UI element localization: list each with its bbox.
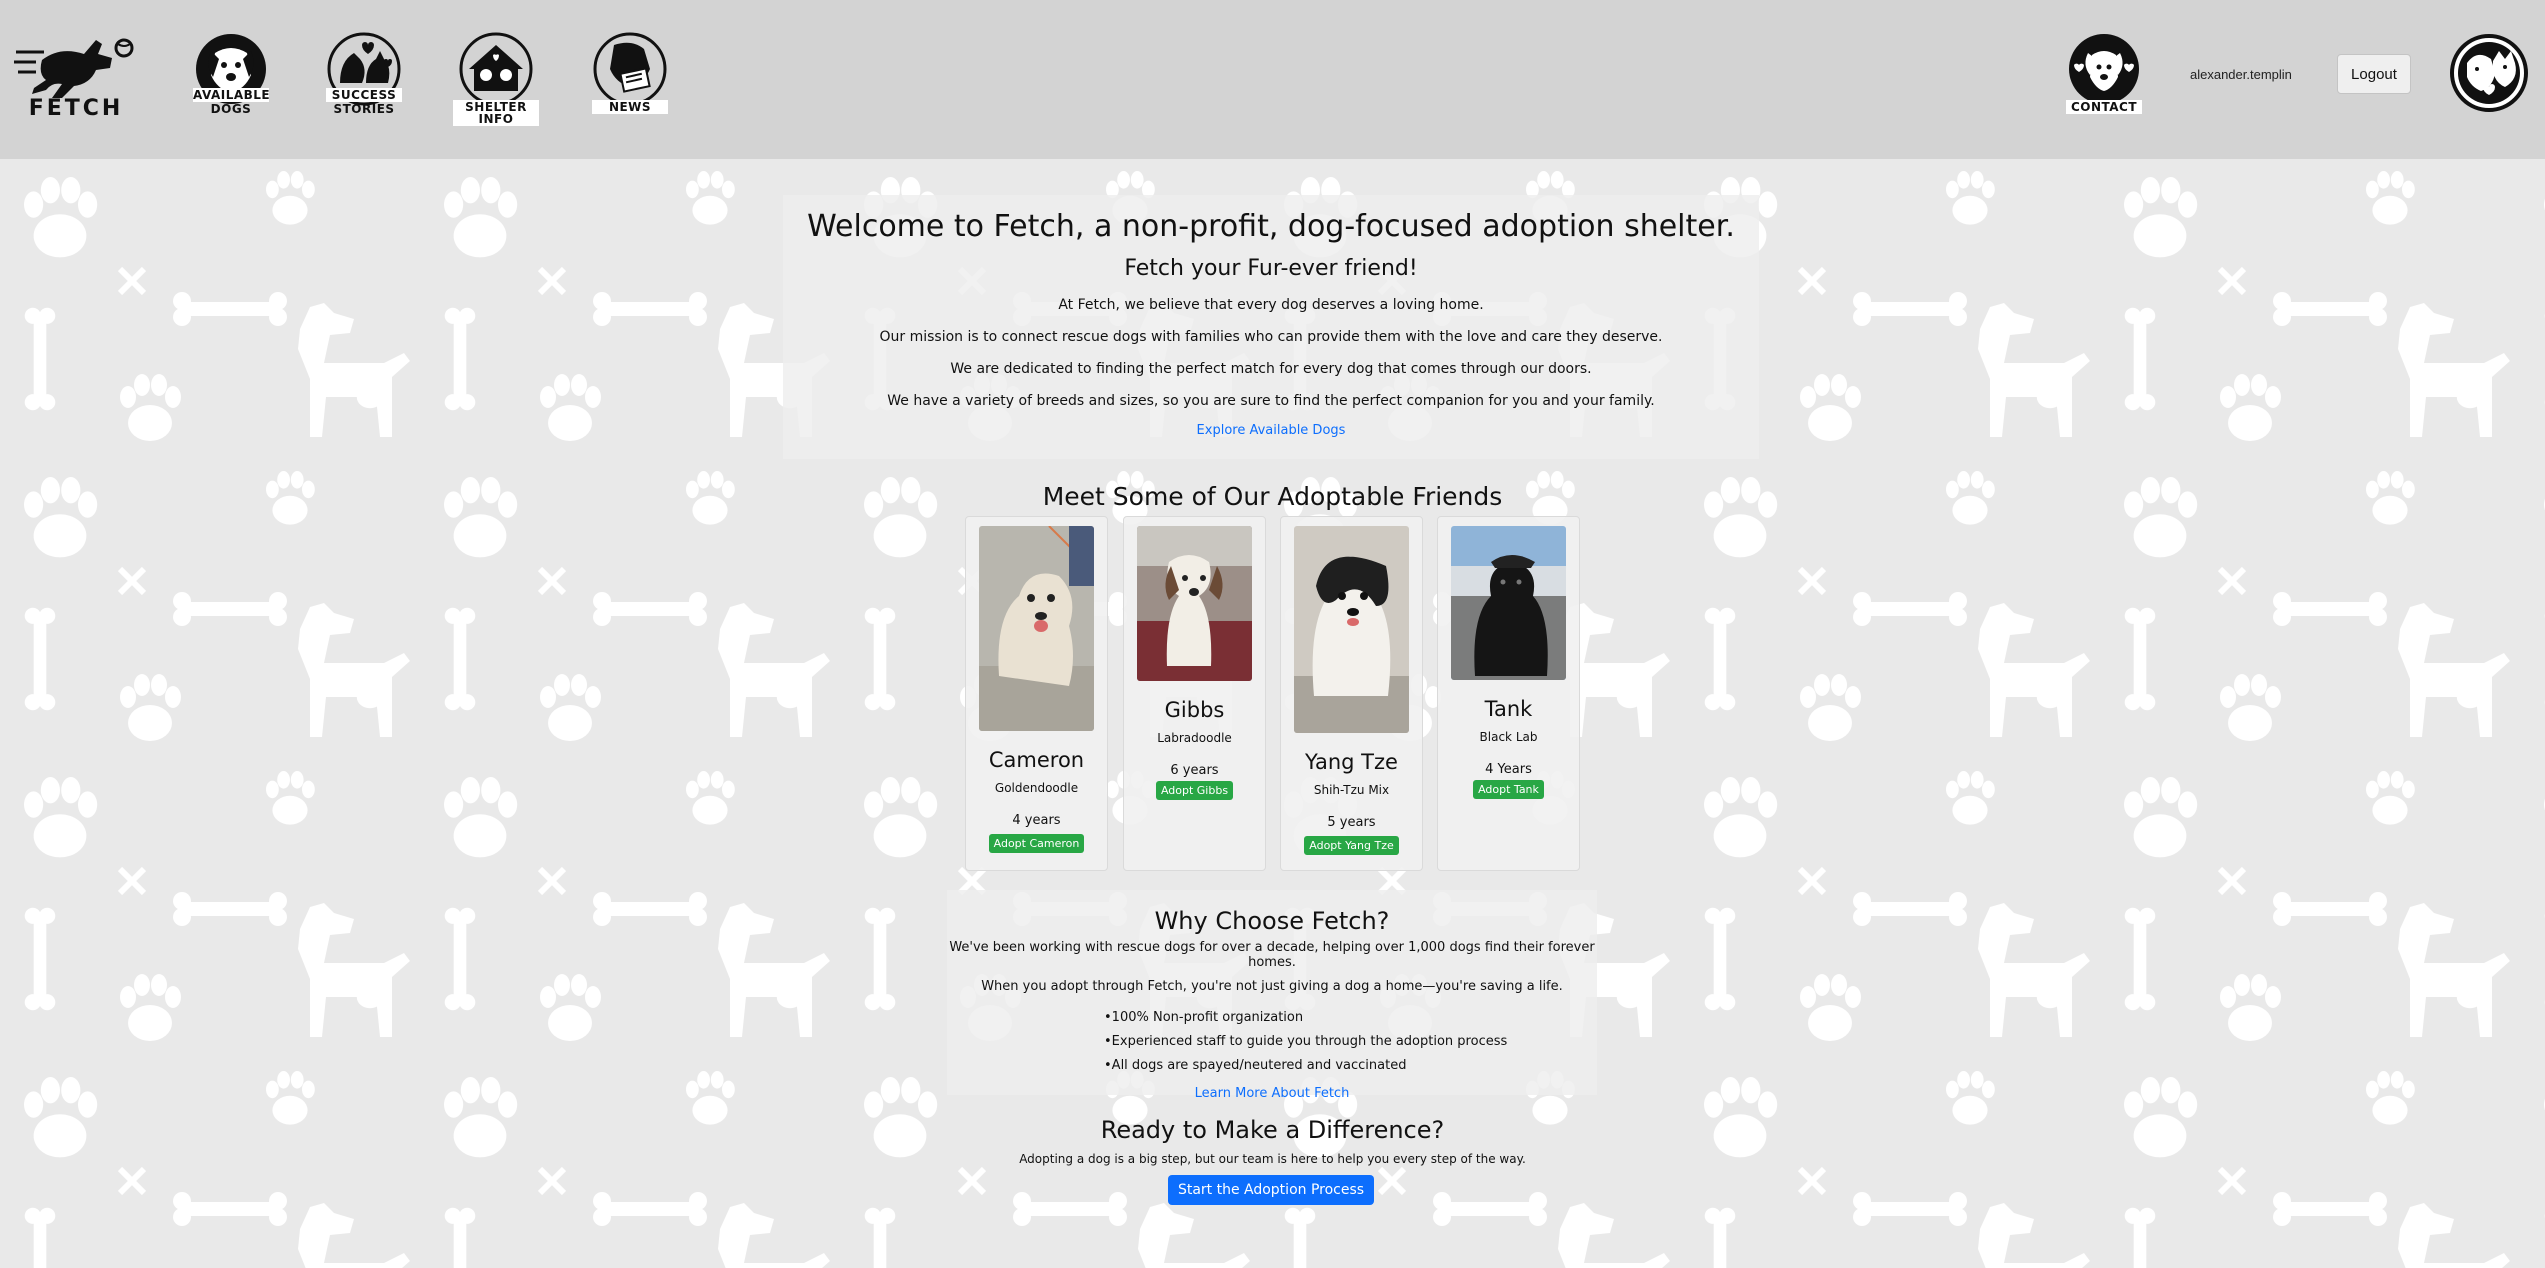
start-adoption-button[interactable]: Start the Adoption Process [1168, 1175, 1374, 1205]
welcome-paragraph: We have a variety of breeds and sizes, s… [887, 393, 1655, 409]
username-label: alexander.templin [2190, 67, 2292, 82]
house-dogs-icon [459, 32, 533, 106]
dog-breed: Shih-Tzu Mix [1313, 783, 1390, 797]
why-choose-panel: Why Choose Fetch? We've been working wit… [947, 890, 1597, 1101]
nav-label-available-line1: AVAILABLE [193, 88, 271, 102]
nav-label-available-line2: DOGS [210, 102, 252, 116]
welcome-subtitle: Fetch your Fur-ever friend! [1124, 256, 1418, 281]
running-dog-icon [14, 38, 134, 98]
nav-success-stories[interactable]: SUCCESS STORIES [326, 31, 402, 119]
welcome-panel: Welcome to Fetch, a non-profit, dog-focu… [783, 195, 1759, 459]
welcome-paragraph: At Fetch, we believe that every dog dese… [1058, 297, 1484, 313]
dog-age: 6 years [1170, 763, 1219, 778]
dog-photo-cameron [979, 526, 1094, 731]
dog-breed: Labradoodle [1157, 731, 1232, 745]
dog-hearts-icon [2069, 34, 2139, 104]
dog-name: Cameron [988, 748, 1085, 772]
why-line-2: When you adopt through Fetch, you're not… [981, 979, 1563, 994]
adoptable-section-title: Meet Some of Our Adoptable Friends [1042, 482, 1503, 511]
nav-contact[interactable]: CONTACT [2066, 31, 2142, 119]
ready-text: Adopting a dog is a big step, but our te… [1019, 1152, 1526, 1166]
welcome-paragraph: We are dedicated to finding the perfect … [950, 361, 1592, 377]
dog-card-cameron: Cameron Goldendoodle 4 years Adopt Camer… [965, 516, 1108, 871]
nav-news[interactable]: NEWS [592, 31, 668, 119]
dog-photo-gibbs [1137, 526, 1252, 681]
dog-name: Gibbs [1164, 698, 1225, 722]
why-bullet-list: 100% Non-profit organization Experienced… [1104, 1010, 1597, 1073]
why-bullet: All dogs are spayed/neutered and vaccina… [1104, 1058, 1597, 1073]
why-bullet: Experienced staff to guide you through t… [1104, 1034, 1597, 1049]
welcome-title: Welcome to Fetch, a non-profit, dog-focu… [807, 209, 1735, 244]
adopt-cameron-button[interactable]: Adopt Cameron [988, 834, 1085, 853]
dog-breed: Black Lab [1479, 730, 1538, 744]
dog-age: 4 years [1012, 813, 1061, 828]
adopt-gibbs-button[interactable]: Adopt Gibbs [1155, 781, 1234, 800]
nav-label-shelter: SHELTER INFO [453, 100, 539, 126]
dog-card-gibbs: Gibbs Labradoodle 6 years Adopt Gibbs [1123, 516, 1266, 871]
nav-label-news: NEWS [592, 100, 668, 114]
why-bullet: 100% Non-profit organization [1104, 1010, 1597, 1025]
explore-dogs-link[interactable]: Explore Available Dogs [1197, 423, 1346, 438]
ready-title: Ready to Make a Difference? [1100, 1116, 1445, 1144]
nav-label-success-line2: STORIES [333, 102, 395, 116]
dog-photo-tank [1451, 526, 1566, 680]
dog-newspaper-icon [593, 32, 667, 106]
dog-breed: Goldendoodle [994, 781, 1079, 795]
top-nav-bar: FETCH AVAILABLE DOGS SUCCESS STORIES SHE… [0, 0, 2545, 159]
brand-wordmark: FETCH [28, 96, 124, 121]
learn-more-link[interactable]: Learn More About Fetch [1195, 1086, 1350, 1101]
dog-card-tank: Tank Black Lab 4 Years Adopt Tank [1437, 516, 1580, 871]
dog-card-yang-tze: Yang Tze Shih-Tzu Mix 5 years Adopt Yang… [1280, 516, 1423, 871]
welcome-paragraph: Our mission is to connect rescue dogs wi… [879, 329, 1663, 345]
adopt-yang-tze-button[interactable]: Adopt Yang Tze [1304, 836, 1399, 855]
why-line-1: We've been working with rescue dogs for … [949, 940, 1595, 970]
nav-available-dogs[interactable]: AVAILABLE DOGS [193, 31, 271, 119]
dog-age: 4 Years [1485, 762, 1532, 777]
dog-age: 5 years [1327, 815, 1376, 830]
why-title: Why Choose Fetch? [1154, 907, 1390, 935]
nav-label-success-line1: SUCCESS [326, 88, 402, 102]
dog-photo-yang-tze [1294, 526, 1409, 733]
dog-cat-avatar-icon [2450, 34, 2528, 112]
dog-name: Tank [1484, 697, 1533, 721]
nav-shelter-info[interactable]: SHELTER INFO [453, 31, 539, 126]
logout-button[interactable]: Logout [2337, 54, 2411, 94]
dog-name: Yang Tze [1305, 750, 1398, 774]
adopt-tank-button[interactable]: Adopt Tank [1473, 780, 1544, 799]
nav-label-contact: CONTACT [2066, 100, 2142, 114]
brand-logo-link[interactable]: FETCH [12, 30, 140, 122]
profile-avatar[interactable] [2449, 33, 2529, 113]
